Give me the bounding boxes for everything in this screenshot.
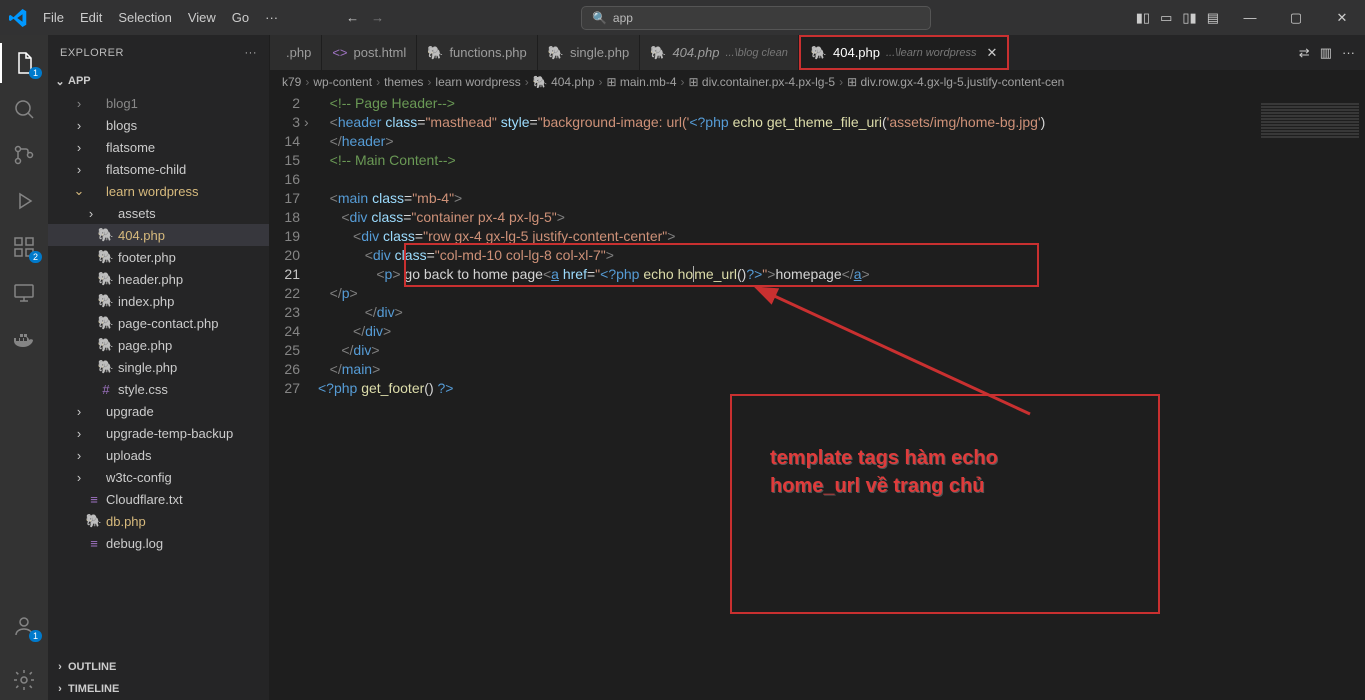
tree-item[interactable]: ›blogs <box>48 114 269 136</box>
tab-bar: .php<>post.html🐘functions.php🐘single.php… <box>270 35 1365 70</box>
tree-item[interactable]: #style.css <box>48 378 269 400</box>
editor-tab[interactable]: <>post.html <box>322 35 417 70</box>
nav-forward[interactable]: → <box>371 10 384 25</box>
toggle-panel-icon[interactable]: ▭ <box>1160 10 1172 26</box>
menu-go[interactable]: Go <box>224 0 257 35</box>
breadcrumb[interactable]: k79›wp-content›themes›learn wordpress›🐘 … <box>270 70 1365 94</box>
code-editor[interactable]: 231415161718192021222324252627 <!-- Page… <box>270 94 1365 700</box>
tree-item[interactable]: ›upgrade-temp-backup <box>48 422 269 444</box>
tree-item[interactable]: 🐘db.php <box>48 510 269 532</box>
line-gutter: 231415161718192021222324252627 <box>270 94 318 700</box>
breadcrumb-item[interactable]: ⊞ div.container.px-4.px-lg-5 <box>689 75 836 89</box>
toggle-primary-side-icon[interactable]: ▮▯ <box>1136 10 1150 26</box>
breadcrumb-item[interactable]: wp-content <box>313 75 372 89</box>
code-lines[interactable]: <!-- Page Header-->› <header class="mast… <box>318 94 1365 700</box>
tree-item[interactable]: ≡debug.log <box>48 532 269 554</box>
layout-controls: ▮▯ ▭ ▯▮ ▤ <box>1128 10 1227 26</box>
annotation-text: template tags hàm echo home_url về trang… <box>770 444 998 500</box>
menu-more[interactable]: ··· <box>257 0 286 35</box>
breadcrumb-item[interactable]: k79 <box>282 75 301 89</box>
close-icon[interactable]: ✕ <box>986 45 997 61</box>
tree-item[interactable]: 🐘page.php <box>48 334 269 356</box>
tree-item[interactable]: ›flatsome <box>48 136 269 158</box>
remote-icon[interactable] <box>0 273 48 313</box>
explorer-icon[interactable]: 1 <box>0 43 48 83</box>
customize-layout-icon[interactable]: ▤ <box>1207 10 1219 26</box>
file-icon: <> <box>332 45 347 60</box>
tree-item[interactable]: ≡Cloudflare.txt <box>48 488 269 510</box>
explorer-sidebar: EXPLORER ··· ⌄APP ›blog1›blogs›flatsome›… <box>48 35 270 700</box>
tree-item[interactable]: 🐘index.php <box>48 290 269 312</box>
account-badge: 1 <box>29 630 42 642</box>
ext-badge: 2 <box>29 251 42 263</box>
tree-item[interactable]: 🐘page-contact.php <box>48 312 269 334</box>
file-icon: 🐘 <box>811 45 827 61</box>
window-maximize[interactable]: ▢ <box>1273 0 1319 35</box>
tree-item[interactable]: ›uploads <box>48 444 269 466</box>
split-icon[interactable]: ▥ <box>1320 45 1332 61</box>
vscode-icon <box>0 9 35 27</box>
window-minimize[interactable]: — <box>1227 0 1273 35</box>
explorer-title: EXPLORER <box>60 47 124 59</box>
menu-view[interactable]: View <box>180 0 224 35</box>
tree-item[interactable]: ⌄learn wordpress <box>48 180 269 202</box>
nav-back[interactable]: ← <box>346 10 359 25</box>
file-tree: ›blog1›blogs›flatsome›flatsome-child⌄lea… <box>48 92 269 656</box>
outline-section[interactable]: ›OUTLINE <box>48 656 269 678</box>
command-center-text: app <box>613 11 633 25</box>
breadcrumb-item[interactable]: learn wordpress <box>435 75 520 89</box>
activity-bar: 1 2 1 <box>0 35 48 700</box>
editor-tab[interactable]: 🐘404.php...\blog clean <box>640 35 799 70</box>
explorer-badge: 1 <box>29 67 42 79</box>
extensions-icon[interactable]: 2 <box>0 227 48 267</box>
breadcrumb-item[interactable]: ⊞ div.row.gx-4.gx-lg-5.justify-content-c… <box>847 75 1064 89</box>
breadcrumb-item[interactable]: 🐘 404.php <box>533 75 595 89</box>
search-icon: 🔍 <box>592 11 607 25</box>
titlebar: File Edit Selection View Go ··· ← → 🔍 ap… <box>0 0 1365 35</box>
tree-item[interactable]: 🐘single.php <box>48 356 269 378</box>
breadcrumb-item[interactable]: ⊞ main.mb-4 <box>606 75 676 89</box>
app-menu: File Edit Selection View Go ··· <box>35 0 286 35</box>
tree-item[interactable]: ›upgrade <box>48 400 269 422</box>
file-icon: 🐘 <box>548 45 564 61</box>
file-icon: 🐘 <box>427 45 443 61</box>
editor-area: .php<>post.html🐘functions.php🐘single.php… <box>270 35 1365 700</box>
editor-tab[interactable]: 🐘functions.php <box>417 35 538 70</box>
tree-item[interactable]: 🐘header.php <box>48 268 269 290</box>
docker-icon[interactable] <box>0 319 48 359</box>
tree-item[interactable]: ›blog1 <box>48 92 269 114</box>
tab-more-icon[interactable]: ··· <box>1342 45 1355 60</box>
settings-icon[interactable] <box>0 660 48 700</box>
minimap[interactable] <box>1255 94 1365 700</box>
editor-tab[interactable]: .php <box>270 35 322 70</box>
menu-selection[interactable]: Selection <box>110 0 179 35</box>
window-close[interactable]: ✕ <box>1319 0 1365 35</box>
command-center[interactable]: 🔍 app <box>581 6 931 30</box>
menu-file[interactable]: File <box>35 0 72 35</box>
file-icon: 🐘 <box>650 45 666 61</box>
timeline-section[interactable]: ›TIMELINE <box>48 678 269 700</box>
editor-tab[interactable]: 🐘404.php...\learn wordpress✕ <box>799 35 1010 70</box>
search-activity-icon[interactable] <box>0 89 48 129</box>
toggle-secondary-side-icon[interactable]: ▯▮ <box>1182 10 1196 26</box>
run-debug-icon[interactable] <box>0 181 48 221</box>
account-icon[interactable]: 1 <box>0 606 48 646</box>
explorer-more[interactable]: ··· <box>245 47 258 59</box>
editor-tab[interactable]: 🐘single.php <box>538 35 640 70</box>
tree-item[interactable]: 🐘404.php <box>48 224 269 246</box>
breadcrumb-item[interactable]: themes <box>384 75 423 89</box>
tree-item[interactable]: ›w3tc-config <box>48 466 269 488</box>
nav-arrows: ← → <box>346 10 384 25</box>
menu-edit[interactable]: Edit <box>72 0 110 35</box>
folder-section[interactable]: ⌄APP <box>48 70 269 92</box>
tree-item[interactable]: ›assets <box>48 202 269 224</box>
tree-item[interactable]: ›flatsome-child <box>48 158 269 180</box>
compare-icon[interactable]: ⇄ <box>1299 45 1310 61</box>
tree-item[interactable]: 🐘footer.php <box>48 246 269 268</box>
source-control-icon[interactable] <box>0 135 48 175</box>
